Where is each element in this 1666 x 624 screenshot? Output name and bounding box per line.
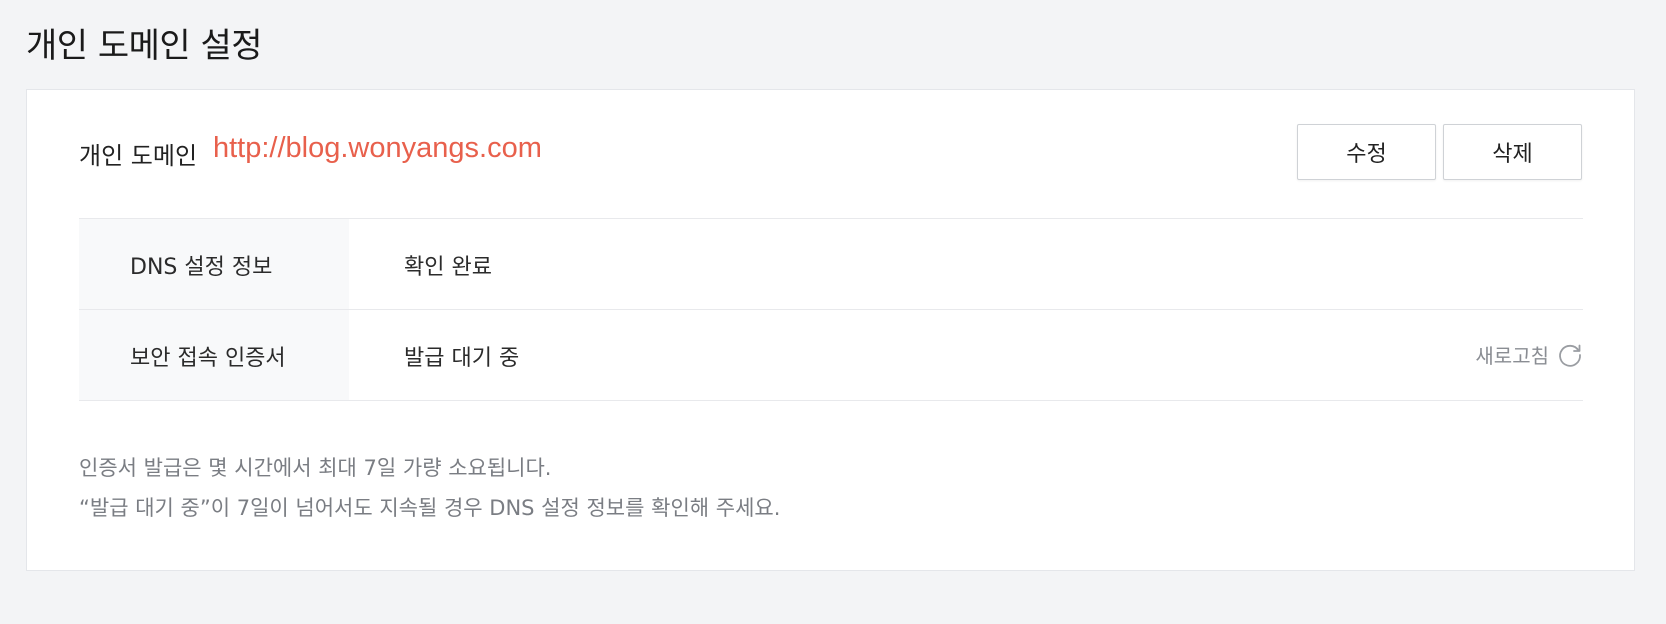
info-key-cell: DNS 설정 정보 <box>79 219 349 309</box>
edit-button[interactable]: 수정 <box>1297 124 1436 180</box>
certificate-status-value: 발급 대기 중 <box>404 346 520 371</box>
refresh-label: 새로고침 <box>1475 344 1549 368</box>
info-table: DNS 설정 정보 확인 완료 보안 접속 인증서 발급 대기 중 새로고침 <box>79 218 1583 401</box>
note-line: 인증서 발급은 몇 시간에서 최대 7일 가량 소요됩니다. <box>79 456 552 480</box>
info-row-dns: DNS 설정 정보 확인 완료 <box>79 219 1583 310</box>
dns-settings-label: DNS 설정 정보 <box>130 255 273 280</box>
domain-url-link[interactable]: http://blog.wonyangs.com <box>213 132 542 165</box>
notes: 인증서 발급은 몇 시간에서 최대 7일 가량 소요됩니다. “발급 대기 중”… <box>79 448 780 528</box>
domain-settings-card: 개인 도메인 http://blog.wonyangs.com 수정 삭제 DN… <box>26 89 1635 571</box>
info-key-cell: 보안 접속 인증서 <box>79 310 349 400</box>
domain-label: 개인 도메인 <box>79 142 198 170</box>
info-row-certificate: 보안 접속 인증서 발급 대기 중 새로고침 <box>79 310 1583 401</box>
note-line: “발급 대기 중”이 7일이 넘어서도 지속될 경우 DNS 설정 정보를 확인… <box>79 496 781 520</box>
certificate-label: 보안 접속 인증서 <box>130 346 286 371</box>
refresh-icon <box>1557 342 1583 368</box>
page-title: 개인 도메인 설정 <box>26 26 263 66</box>
delete-button[interactable]: 삭제 <box>1443 124 1582 180</box>
refresh-button[interactable]: 새로고침 <box>1475 340 1583 369</box>
domain-row: 개인 도메인 http://blog.wonyangs.com 수정 삭제 <box>79 124 1582 184</box>
dns-settings-value: 확인 완료 <box>404 255 492 280</box>
